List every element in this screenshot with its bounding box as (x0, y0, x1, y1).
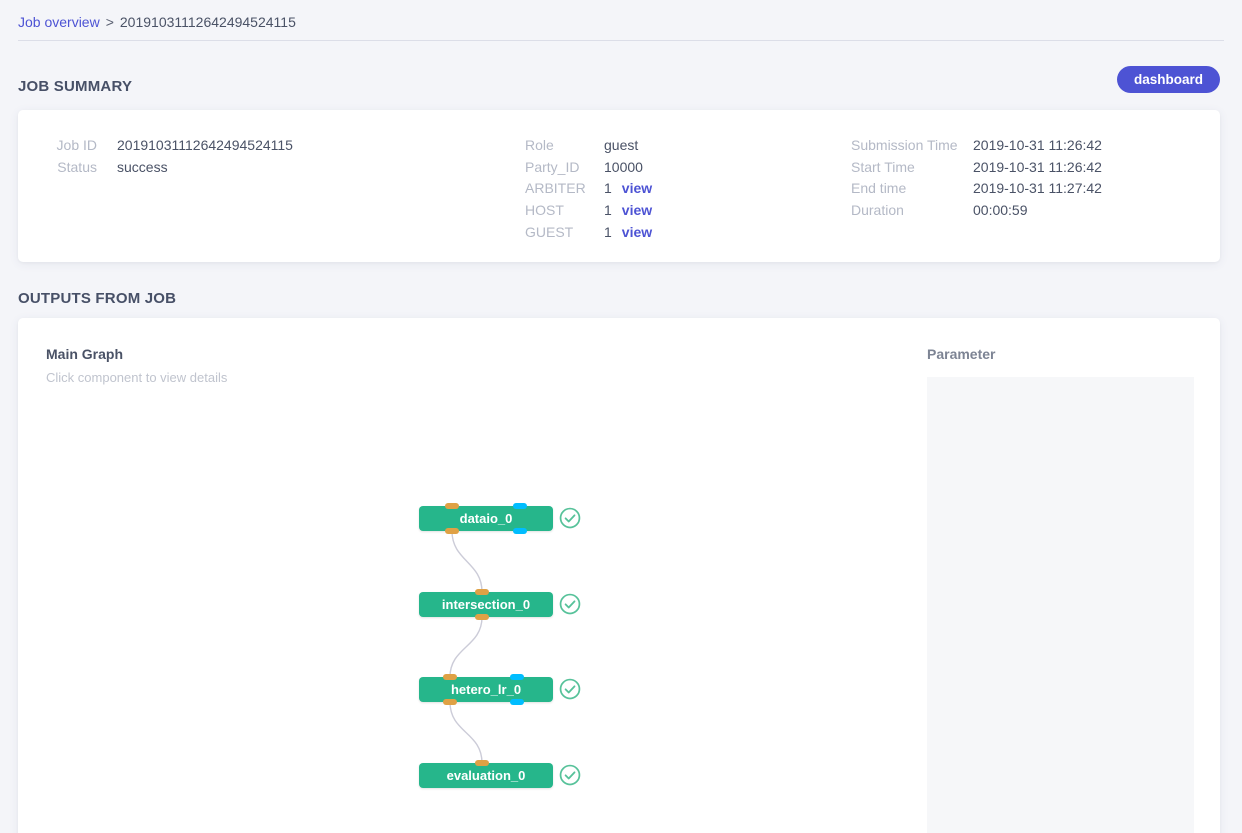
summary-row: Start Time 2019-10-31 11:26:42 (851, 159, 1102, 181)
graph-edge (449, 701, 483, 764)
summary-label: Job ID (56, 137, 97, 153)
summary-label: Status (57, 158, 97, 175)
summary-value: 20191031112642494524115 (117, 137, 293, 153)
summary-label: Submission Time (851, 137, 958, 153)
summary-label: GUEST (525, 223, 574, 240)
outputs-from-job-title: OUTPUTS FROM JOB (18, 290, 177, 307)
summary-column-ids: Job ID 20191031112642494524115 Status succe… (42, 137, 293, 180)
summary-column-times: Submission Time 2019-10-31 11:26:42 Start … (851, 137, 1102, 224)
success-check-icon (559, 507, 581, 529)
summary-row: HOST 1 view (525, 202, 652, 224)
graph-node-evaluation_0[interactable]: evaluation_0 (419, 760, 553, 788)
parameter-panel (927, 377, 1194, 833)
view-link[interactable]: view (622, 202, 652, 218)
breadcrumb-job-overview-link[interactable]: Job overview (18, 14, 100, 30)
parameter-title: Parameter (927, 346, 996, 362)
outputs-card: Main Graph Click component to view detai… (18, 318, 1220, 833)
summary-value: 2019-10-31 11:26:42 (973, 137, 1102, 153)
data-port-icon (475, 589, 489, 595)
summary-row: Role guest (525, 137, 652, 159)
summary-label: Duration (851, 202, 904, 219)
model-port-icon (510, 674, 524, 680)
summary-column-roles: Role guest Party_ID 10000 ARBITER 1 view HOST 1 v… (525, 137, 652, 245)
summary-label: Party_ID (525, 158, 580, 175)
summary-row: ARBITER 1 view (525, 180, 652, 202)
data-port-icon (475, 760, 489, 766)
job-summary-title: JOB SUMMARY (18, 78, 133, 95)
summary-row: Duration 00:00:59 (851, 202, 1102, 224)
summary-value: 1 (604, 202, 612, 219)
summary-value: guest (604, 137, 639, 153)
summary-row: Party_ID 10000 (525, 159, 652, 181)
graph-node-dataio_0[interactable]: dataio_0 (419, 503, 553, 534)
summary-label: End time (851, 180, 907, 197)
view-link[interactable]: view (622, 180, 652, 196)
summary-label: ARBITER (525, 180, 586, 197)
summary-value: 1 (604, 180, 612, 197)
graph-node-intersection_0[interactable]: intersection_0 (419, 589, 553, 620)
data-port-icon (443, 674, 457, 680)
summary-row: End time 2019-10-31 11:27:42 (851, 180, 1102, 202)
model-port-icon (513, 528, 527, 534)
graph-edge (451, 530, 483, 593)
graph-node-label: dataio_0 (459, 511, 513, 526)
summary-row: Status success (42, 159, 293, 181)
success-check-icon (559, 593, 581, 615)
data-port-icon (475, 614, 489, 620)
dashboard-button[interactable]: dashboard (1117, 66, 1220, 93)
success-check-icon (559, 764, 581, 786)
view-link[interactable]: view (622, 224, 652, 240)
breadcrumb-divider (18, 40, 1224, 41)
data-port-icon (443, 699, 457, 705)
breadcrumb-separator: > (105, 14, 114, 30)
model-port-icon (513, 503, 527, 509)
summary-label: HOST (525, 202, 564, 219)
summary-value: success (117, 158, 168, 175)
summary-value: 00:00:59 (973, 202, 1028, 219)
model-port-icon (510, 699, 524, 705)
summary-row: GUEST 1 view (525, 224, 652, 246)
graph-edge (449, 616, 483, 678)
data-port-icon (445, 503, 459, 509)
summary-row: Submission Time 2019-10-31 11:26:42 (851, 137, 1102, 159)
graph-node-label: hetero_lr_0 (450, 682, 522, 697)
summary-row: Job ID 20191031112642494524115 (42, 137, 293, 159)
data-port-icon (445, 528, 459, 534)
summary-label: Start Time (851, 158, 915, 175)
graph-node-hetero_lr_0[interactable]: hetero_lr_0 (419, 674, 553, 705)
graph-node-label: evaluation_0 (446, 768, 526, 783)
summary-value: 10000 (604, 158, 643, 175)
graph-node-label: intersection_0 (441, 597, 531, 612)
breadcrumb-current-job-id: 20191031112642494524115 (119, 14, 296, 30)
summary-value: 1 (604, 223, 612, 240)
breadcrumb: Job overview >20191031112642494524115 (18, 14, 296, 30)
summary-value: 2019-10-31 11:27:42 (973, 180, 1102, 197)
success-check-icon (559, 678, 581, 700)
job-summary-card: Job ID 20191031112642494524115 Status succe… (18, 110, 1220, 262)
summary-value: 2019-10-31 11:26:42 (973, 158, 1102, 175)
summary-label: Role (525, 137, 554, 153)
